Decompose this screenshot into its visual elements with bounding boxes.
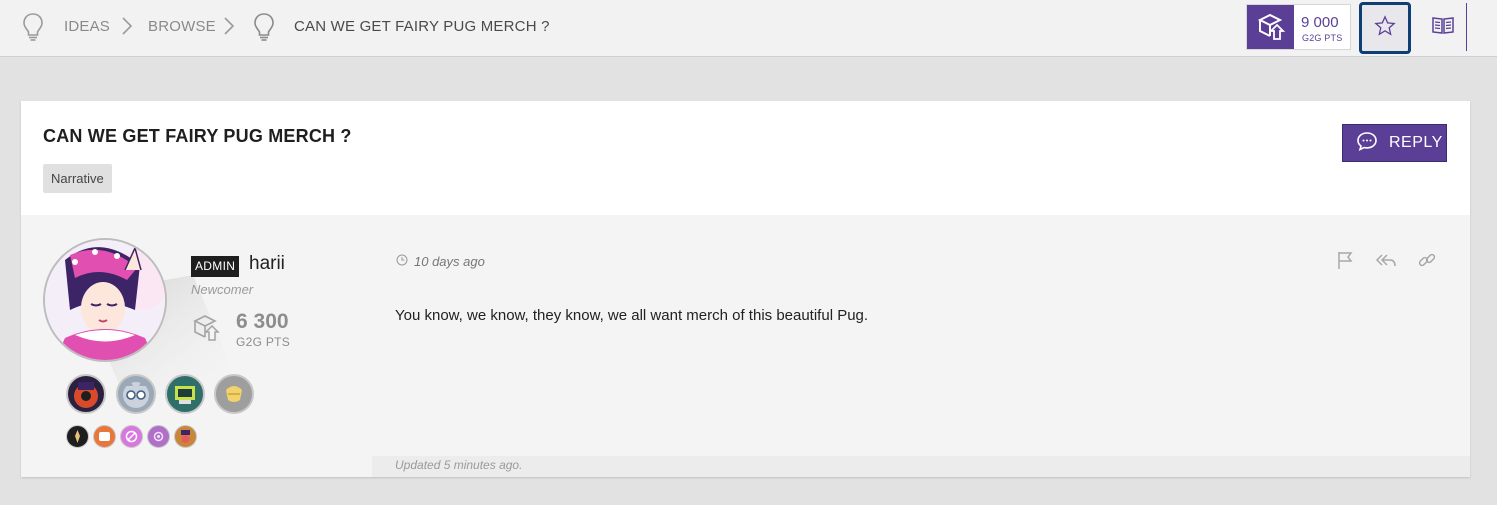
points-value: 9 000 [1301,14,1339,31]
post-timestamp[interactable]: 10 days ago [396,254,485,269]
points-unit: G2G PTS [1302,33,1343,43]
lightbulb-icon [253,12,275,42]
achievement-badge[interactable] [147,425,170,448]
achievement-badge[interactable] [214,374,254,414]
post-footer: Updated 5 minutes ago. [372,456,1470,477]
chevron-right-icon [223,16,235,36]
updated-text: Updated 5 minutes ago. [395,458,523,472]
g2g-logo-icon [192,313,222,348]
reply-button-label: REPLY [1389,134,1443,151]
breadcrumb-current-topic: CAN WE GET FAIRY PUG MERCH ? [294,18,550,35]
post: ADMIN harii Newcomer 6 300 G2G PTS 10 da… [21,215,1470,477]
top-bar: IDEAS BROWSE CAN WE GET FAIRY PUG MERCH … [0,0,1497,57]
lightbulb-icon[interactable] [22,12,44,42]
author-points-unit: G2G PTS [236,335,291,349]
post-body: You know, we know, they know, we all wan… [395,307,869,324]
achievement-badge[interactable] [174,425,197,448]
topic-header: CAN WE GET FAIRY PUG MERCH ? Narrative R… [21,101,1470,215]
author-rank: Newcomer [191,282,254,297]
author-name[interactable]: harii [249,253,285,275]
clock-icon [396,254,414,269]
g2g-logo-icon [1247,5,1294,49]
reply-button[interactable]: REPLY [1342,124,1447,162]
link-icon[interactable] [1416,249,1438,271]
topic-title: CAN WE GET FAIRY PUG MERCH ? [43,126,352,146]
achievement-badge[interactable] [120,425,143,448]
chat-bubble-icon [1356,131,1378,156]
achievement-badge[interactable] [116,374,156,414]
favorite-button[interactable] [1359,2,1411,54]
chevron-right-icon [121,16,133,36]
author-points: 6 300 [236,310,289,333]
achievement-badge[interactable] [66,374,106,414]
achievement-badge[interactable] [165,374,205,414]
topic-card: CAN WE GET FAIRY PUG MERCH ? Narrative R… [21,101,1470,477]
book-icon [1431,15,1455,40]
achievement-badge[interactable] [66,425,89,448]
timestamp-text: 10 days ago [414,254,485,269]
topic-tag[interactable]: Narrative [43,164,112,193]
reply-all-icon[interactable] [1375,249,1397,271]
user-points-widget[interactable]: 9 000 G2G PTS [1246,4,1351,50]
author-avatar[interactable] [43,238,167,362]
admin-badge: ADMIN [191,256,240,277]
flag-icon[interactable] [1334,249,1356,271]
star-icon [1374,14,1396,42]
breadcrumb-ideas[interactable]: IDEAS [64,18,110,35]
breadcrumb-browse[interactable]: BROWSE [148,18,216,35]
guide-button[interactable] [1419,3,1467,51]
achievement-badge[interactable] [93,425,116,448]
